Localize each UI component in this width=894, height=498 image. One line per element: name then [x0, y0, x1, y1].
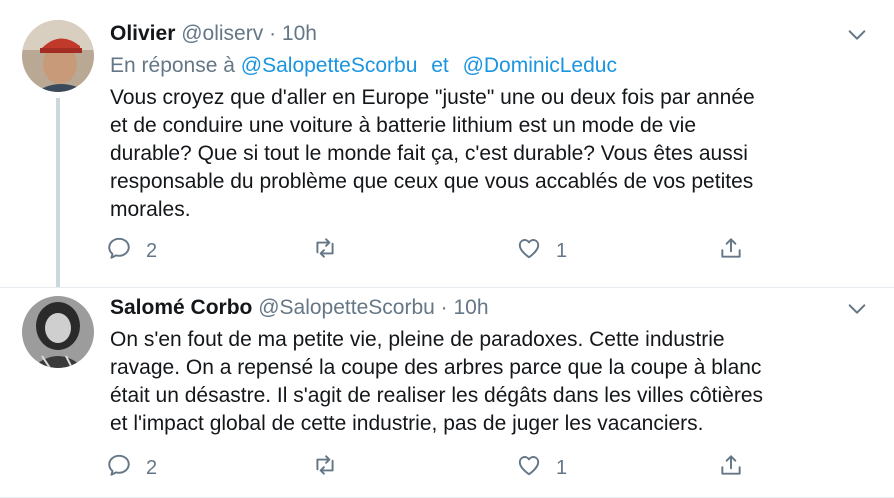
like-icon	[516, 452, 542, 484]
text-line: ravage. On a repensé la coupe des arbres…	[110, 356, 762, 379]
mention-link[interactable]: @DominicLeduc	[463, 54, 617, 77]
text-line: durable? Que si tout le monde fait ça, c…	[110, 142, 748, 165]
like-button[interactable]: 1	[516, 236, 567, 266]
text-line: Vous croyez que d'aller en Europe "juste…	[110, 86, 755, 109]
retweet-icon	[312, 452, 338, 484]
reply-button[interactable]: 2	[106, 236, 157, 266]
text-line: et l'impact global de cette industrie, p…	[110, 412, 704, 435]
action-bar: 2 1	[106, 453, 766, 483]
avatar-image	[22, 296, 94, 368]
timestamp[interactable]: 10h	[282, 22, 317, 45]
display-name[interactable]: Salomé Corbo	[110, 296, 252, 319]
like-count: 1	[556, 239, 568, 262]
user-handle[interactable]: @oliserv	[181, 22, 263, 45]
text-line: responsable du problème que ceux que vou…	[110, 170, 754, 193]
like-icon	[516, 235, 542, 267]
action-bar: 2 1	[106, 236, 766, 266]
separator: ·	[269, 22, 277, 45]
reply-context: En réponse à @SalopetteScorbu et @Domini…	[110, 52, 617, 80]
reply-icon	[106, 235, 132, 267]
text-line: et de conduire une voiture à batterie li…	[110, 114, 697, 137]
chevron-down-icon[interactable]	[846, 24, 868, 46]
retweet-button[interactable]	[312, 453, 352, 483]
share-button[interactable]	[718, 236, 744, 266]
retweet-icon	[312, 235, 338, 267]
text-line: était un désastre. Il s'agit de realiser…	[110, 384, 764, 407]
avatar[interactable]	[22, 20, 94, 92]
display-name[interactable]: Olivier	[110, 22, 175, 45]
reply-icon	[106, 452, 132, 484]
tweet-header: Olivier @oliserv · 10h	[110, 20, 317, 48]
tweet-text: On s'en fout de ma petite vie, pleine de…	[110, 326, 870, 438]
reply-prefix: En réponse à	[110, 54, 235, 77]
share-icon	[718, 452, 744, 484]
reply-count: 2	[146, 239, 158, 262]
reply-joiner: et	[431, 54, 449, 77]
tweet-text: Vous croyez que d'aller en Europe "juste…	[110, 84, 870, 224]
tweet-header: Salomé Corbo @SalopetteScorbu · 10h	[110, 294, 489, 322]
avatar[interactable]	[22, 296, 94, 368]
like-count: 1	[556, 456, 568, 479]
like-button[interactable]: 1	[516, 453, 567, 483]
text-line: morales.	[110, 198, 191, 221]
chevron-down-icon[interactable]	[846, 298, 868, 320]
avatar-image	[22, 20, 94, 92]
reply-button[interactable]: 2	[106, 453, 157, 483]
retweet-button[interactable]	[312, 236, 352, 266]
reply-count: 2	[146, 456, 158, 479]
tweet-olivier[interactable]: Olivier @oliserv · 10h En réponse à @Sal…	[0, 0, 894, 288]
user-handle[interactable]: @SalopetteScorbu	[258, 296, 435, 319]
separator: ·	[440, 296, 448, 319]
share-button[interactable]	[718, 453, 744, 483]
thread-line	[56, 98, 60, 288]
timestamp[interactable]: 10h	[453, 296, 488, 319]
share-icon	[718, 235, 744, 267]
mention-link[interactable]: @SalopetteScorbu	[241, 54, 418, 77]
text-line: On s'en fout de ma petite vie, pleine de…	[110, 328, 725, 351]
